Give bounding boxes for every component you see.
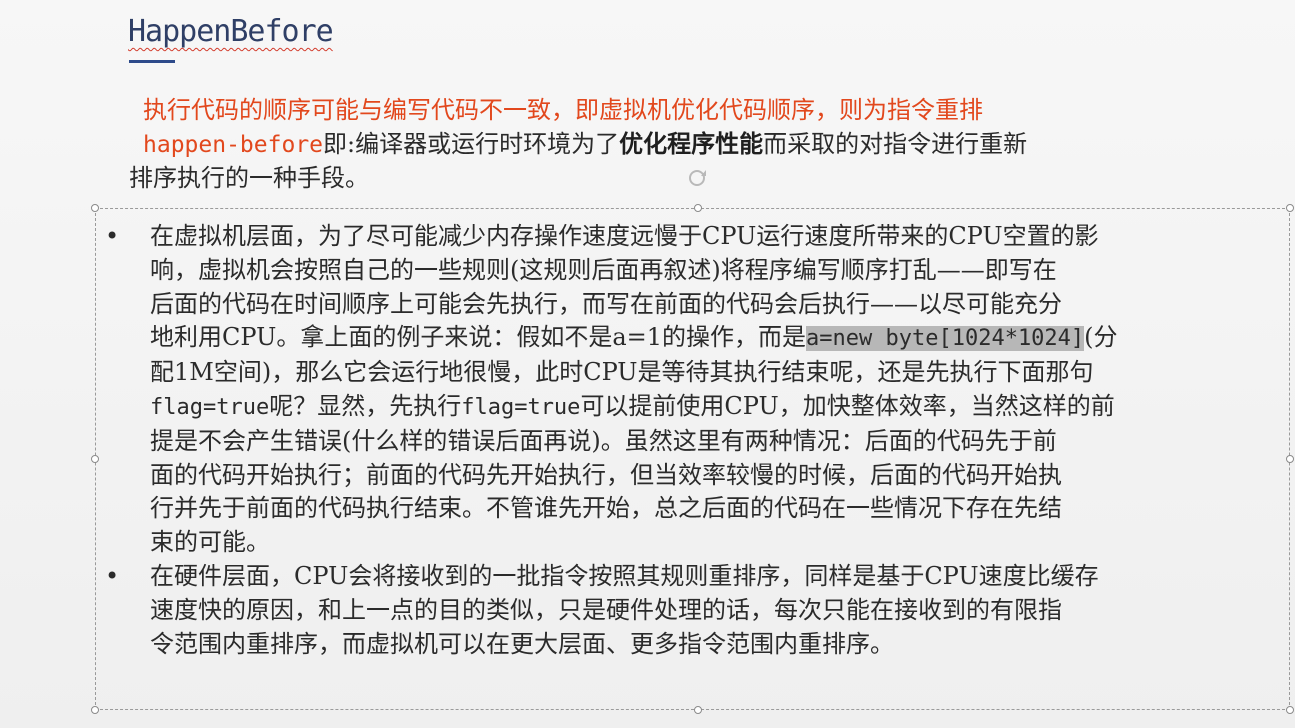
bullet-dot: • (105, 222, 120, 250)
bullet1-line-6a: 呢？显然，先执行 (269, 391, 462, 420)
bullet1-line: 配1M空间)，那么它会运行地很慢，此时CPU是等待其执行结束呢，还是先执行下面那… (150, 358, 1094, 387)
intro-line-2: happen-before即:编译器或运行时环境为了优化程序性能而采取的对指令进… (143, 127, 1223, 162)
bullet1-line: 后面的代码在时间顺序上可能会先执行，而写在前面的代码会后执行——以尽可能充分 (150, 289, 1062, 318)
resize-handle-top-right[interactable] (1286, 204, 1294, 212)
bullet2-line: 令范围内重排序，而虚拟机可以在更大层面、更多指令范围内重排序。 (150, 629, 894, 658)
resize-handle-right[interactable] (1286, 455, 1294, 463)
bullet1-line: 响，虚拟机会按照自己的一些规则(这规则后面再叙述)将程序编写顺序打乱——即写在 (150, 255, 1057, 284)
bullet1-line: 提是不会产生错误(什么样的错误后面再说)。虽然这里有两种情况：后面的代码先于前 (150, 426, 1057, 455)
intro-line-1: 执行代码的顺序可能与编写代码不一致，即虚拟机优化代码顺序，则为指令重排 (143, 96, 983, 124)
code-flag-true: flag=true (461, 394, 581, 420)
rotate-handle-icon[interactable] (689, 170, 706, 186)
intro-bold-phrase: 优化程序性能 (619, 129, 764, 158)
resize-handle-bottom-left[interactable] (91, 706, 99, 714)
bullet-dot: • (105, 561, 120, 590)
resize-handle-bottom-right[interactable] (1286, 706, 1294, 714)
highlighted-code-snippet: a=new byte[1024*1024] (806, 326, 1085, 352)
happen-before-term: happen-before (143, 132, 324, 158)
title-underline (129, 60, 175, 63)
slide-title[interactable]: HappenBefore (128, 14, 334, 49)
bullet1-line: 束的可能。 (150, 528, 270, 557)
bullet1-line: 行并先于前面的代码执行结束。不管谁先开始，总之后面的代码在一些情况下存在先结 (150, 494, 1062, 523)
bullet-item-hardware-level: • 在硬件层面，CPU会将接收到的一批指令按照其规则重排序，同样是基于CPU速度… (105, 560, 1285, 661)
bullet1-line: 在虚拟机层面，为了尽可能减少内存操作速度远慢于CPU运行速度所带来的CPU空置的… (150, 222, 1099, 250)
resize-handle-left[interactable] (91, 455, 99, 463)
bullet1-line-6b: 可以提前使用CPU，加快整体效率，当然这样的前 (580, 391, 1115, 420)
code-flag-true: flag=true (150, 394, 270, 420)
intro-line-2-text-b: 而采取的对指令进行重新 (763, 130, 1028, 158)
bullet1-line-4b: (分 (1084, 323, 1118, 352)
bullet2-line: 在硬件层面，CPU会将接收到的一批指令按照其规则重排序，同样是基于CPU速度比缓… (150, 561, 1099, 590)
intro-line-2-text-a: 即:编译器或运行时环境为了 (323, 130, 620, 158)
resize-handle-top[interactable] (694, 204, 702, 212)
bullet1-line-4a: 地利用CPU。拿上面的例子来说：假如不是a=1的操作，而是 (150, 323, 807, 352)
intro-line-3: 排序执行的一种手段。 (129, 164, 369, 192)
bullet-item-vm-level: • 在虚拟机层面，为了尽可能减少内存操作速度远慢于CPU运行速度所带来的CPU空… (105, 220, 1285, 560)
bullet1-line: flag=true呢？显然，先执行flag=true可以提前使用CPU，加快整体… (150, 390, 1285, 425)
resize-handle-top-left[interactable] (91, 204, 99, 212)
slide: HappenBefore 执行代码的顺序可能与编写代码不一致，即虚拟机优化代码顺… (0, 0, 1295, 728)
bullet2-line: 速度快的原因，和上一点的目的类似，只是硬件处理的话，每次只能在接收到的有限指 (150, 595, 1062, 624)
resize-handle-bottom[interactable] (694, 706, 702, 714)
intro-textbox[interactable]: 执行代码的顺序可能与编写代码不一致，即虚拟机优化代码顺序，则为指令重排 happ… (129, 94, 1223, 195)
bullet-list[interactable]: • 在虚拟机层面，为了尽可能减少内存操作速度远慢于CPU运行速度所带来的CPU空… (105, 220, 1285, 661)
bullet1-line: 地利用CPU。拿上面的例子来说：假如不是a=1的操作，而是a=new byte[… (150, 321, 1285, 356)
bullet1-line: 面的代码开始执行；前面的代码先开始执行，但当效率较慢的时候，后面的代码开始执 (150, 460, 1062, 489)
